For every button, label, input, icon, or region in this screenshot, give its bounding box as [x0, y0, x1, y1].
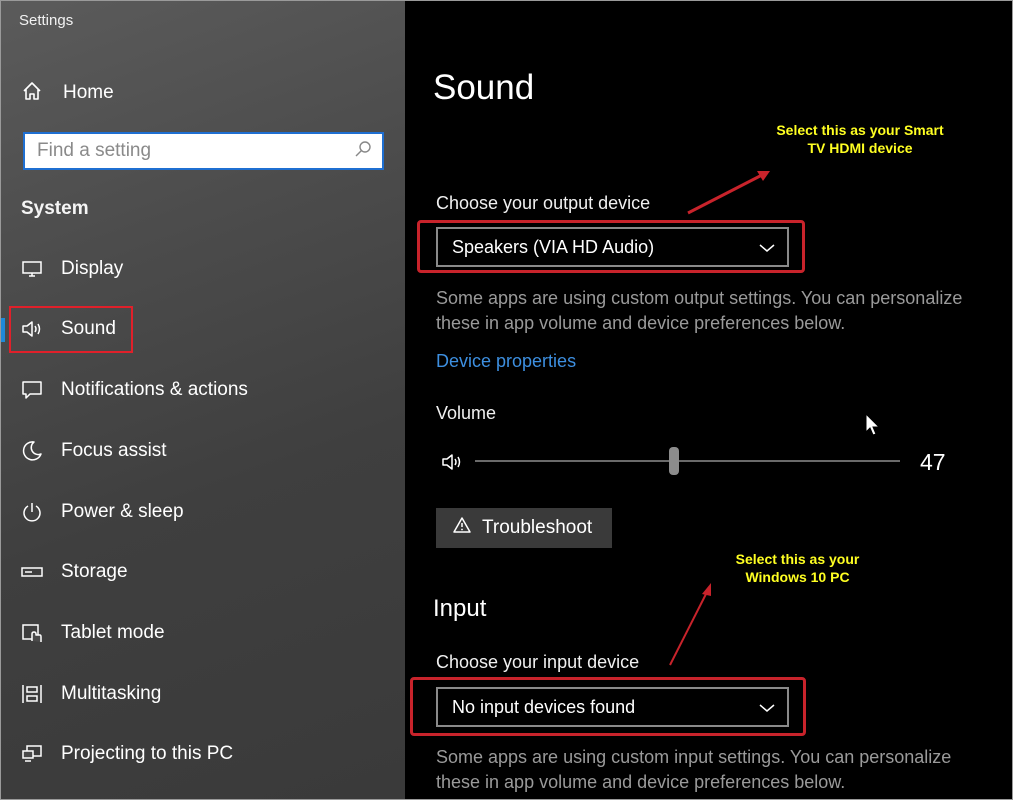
volume-label: Volume: [436, 403, 497, 423]
section-label-system: System: [21, 198, 89, 219]
search-box[interactable]: [23, 132, 384, 170]
chevron-down-icon: [759, 697, 775, 718]
power-icon: [21, 501, 43, 523]
annotation-line: Windows 10 PC: [745, 569, 850, 585]
sidebar-item-label: Power & sleep: [61, 501, 184, 522]
annotation-line: Select this as your: [735, 551, 860, 567]
sidebar: Settings Home System Display Sound Notif…: [0, 0, 405, 800]
moon-icon: [21, 440, 43, 462]
volume-speaker-icon[interactable]: [441, 452, 463, 477]
sidebar-item-label: Focus assist: [61, 440, 167, 461]
sidebar-item-multitasking[interactable]: Multitasking: [1, 671, 406, 717]
search-input[interactable]: [37, 140, 337, 162]
input-annotation-note: Select this as your Windows 10 PC: [710, 550, 885, 586]
sidebar-item-label: Notifications & actions: [61, 379, 248, 400]
storage-icon: [21, 561, 43, 583]
device-properties-link[interactable]: Device properties: [436, 351, 576, 372]
volume-slider-thumb[interactable]: [669, 447, 679, 475]
search-icon[interactable]: [354, 140, 372, 163]
tablet-mode-icon: [21, 622, 43, 644]
input-device-label: Choose your input device: [436, 652, 640, 672]
sidebar-item-label: Storage: [61, 561, 128, 582]
input-device-selected: No input devices found: [452, 696, 636, 717]
page-title: Sound: [433, 68, 535, 107]
home-label: Home: [63, 82, 114, 103]
output-device-selected: Speakers (VIA HD Audio): [452, 236, 655, 257]
output-annotation-note: Select this as your Smart TV HDMI device: [750, 121, 970, 157]
notification-icon: [21, 379, 43, 401]
chevron-down-icon: [759, 237, 775, 258]
troubleshoot-label: Troubleshoot: [482, 517, 593, 538]
output-description: Some apps are using custom output settin…: [436, 288, 963, 333]
troubleshoot-button[interactable]: Troubleshoot: [436, 508, 612, 548]
output-device-dropdown[interactable]: Speakers (VIA HD Audio): [436, 227, 789, 267]
main-content: Sound Choose your output device Speakers…: [405, 0, 1013, 800]
sidebar-item-projecting[interactable]: Projecting to this PC: [1, 731, 406, 777]
sidebar-item-focus-assist[interactable]: Focus assist: [1, 428, 406, 474]
sound-highlight-box: [9, 306, 133, 353]
sidebar-item-label: Multitasking: [61, 683, 162, 704]
output-device-label: Choose your output device: [436, 193, 651, 213]
sidebar-item-label: Display: [61, 258, 124, 279]
volume-slider-track[interactable]: [475, 460, 900, 462]
sidebar-item-notifications[interactable]: Notifications & actions: [1, 367, 406, 413]
monitor-icon: [21, 258, 43, 280]
sidebar-item-display[interactable]: Display: [1, 246, 406, 292]
annotation-line: TV HDMI device: [807, 140, 913, 156]
warning-icon: [452, 516, 472, 540]
multitasking-icon: [21, 683, 43, 705]
sidebar-item-home[interactable]: Home: [21, 78, 114, 108]
sidebar-item-label: Projecting to this PC: [61, 743, 234, 764]
sidebar-item-power-sleep[interactable]: Power & sleep: [1, 489, 406, 535]
input-section-heading: Input: [433, 595, 487, 622]
sidebar-item-label: Tablet mode: [61, 622, 165, 643]
annotation-line: Select this as your Smart: [776, 122, 944, 138]
input-description: Some apps are using custom input setting…: [436, 747, 952, 792]
sidebar-item-tablet-mode[interactable]: Tablet mode: [1, 610, 406, 656]
home-icon: [21, 80, 43, 107]
projecting-icon: [21, 743, 43, 765]
window-title: Settings: [19, 12, 74, 29]
input-device-dropdown[interactable]: No input devices found: [436, 687, 789, 727]
volume-value: 47: [920, 449, 946, 475]
sidebar-item-storage[interactable]: Storage: [1, 549, 406, 595]
